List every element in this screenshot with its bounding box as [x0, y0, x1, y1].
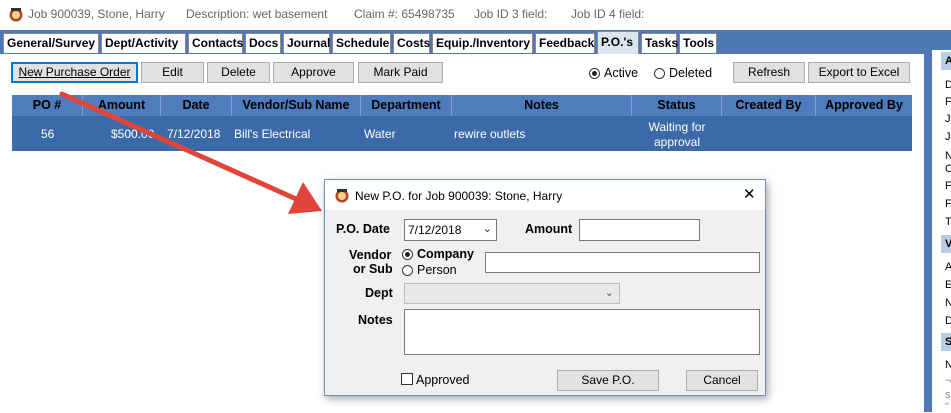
po-date-label: P.O. Date: [336, 222, 390, 236]
person-radio-label: Person: [417, 263, 457, 277]
company-radio-label: Company: [417, 247, 474, 261]
vendor-input[interactable]: [485, 252, 760, 273]
save-po-button[interactable]: Save P.O.: [557, 370, 659, 391]
person-radio[interactable]: [402, 265, 413, 276]
company-radio[interactable]: [402, 249, 413, 260]
notes-label: Notes: [358, 313, 393, 327]
vendor-label-line2: or Sub: [353, 262, 393, 276]
new-po-dialog: New P.O. for Job 900039: Stone, Harry ✕ …: [324, 179, 766, 396]
cancel-button[interactable]: Cancel: [686, 370, 758, 391]
chevron-down-icon: ⌄: [604, 287, 614, 299]
notes-textarea[interactable]: [404, 309, 760, 355]
approved-checkbox[interactable]: [401, 373, 413, 385]
dept-select[interactable]: ⌄: [404, 283, 620, 304]
po-date-value: 7/12/2018: [408, 223, 462, 237]
dialog-app-icon: [335, 189, 349, 203]
dialog-title: New P.O. for Job 900039: Stone, Harry: [355, 189, 563, 203]
vendor-label: Vendor: [349, 248, 392, 262]
dialog-title-bar: New P.O. for Job 900039: Stone, Harry ✕: [325, 180, 765, 210]
amount-input[interactable]: [579, 219, 700, 241]
chevron-down-icon: ⌄: [482, 223, 492, 235]
approved-checkbox-label: Approved: [416, 373, 470, 387]
close-icon[interactable]: ✕: [743, 185, 756, 203]
po-date-picker[interactable]: 7/12/2018 ⌄: [404, 219, 497, 241]
dept-label: Dept: [365, 286, 393, 300]
amount-label: Amount: [525, 222, 573, 236]
